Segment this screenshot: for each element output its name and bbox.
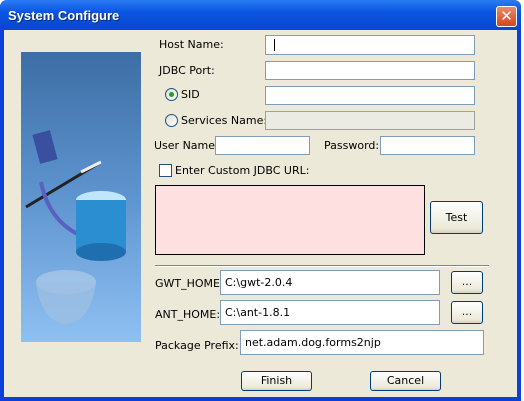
package-prefix-input[interactable]: net.adam.dog.forms2njp bbox=[240, 330, 484, 355]
title-bar[interactable]: System Configure ✕ bbox=[0, 0, 521, 30]
dialog-body: Host Name: JDBC Port: SID Services Name:… bbox=[4, 30, 517, 397]
custom-jdbc-url-textarea[interactable] bbox=[155, 185, 425, 255]
package-prefix-label: Package Prefix: bbox=[155, 339, 239, 352]
host-name-label: Host Name: bbox=[159, 38, 224, 51]
services-name-input[interactable] bbox=[265, 111, 475, 130]
gwt-home-label: GWT_HOME: bbox=[155, 277, 224, 290]
dialog-window: System Configure ✕ Host Name: JDBC Port:… bbox=[0, 0, 521, 401]
cancel-button[interactable]: Cancel bbox=[370, 371, 441, 391]
close-icon[interactable]: ✕ bbox=[496, 6, 517, 27]
test-button[interactable]: Test bbox=[430, 201, 483, 234]
user-name-input[interactable] bbox=[215, 136, 310, 155]
database-illustration bbox=[21, 52, 141, 342]
password-input[interactable] bbox=[380, 136, 475, 155]
jdbc-port-input[interactable] bbox=[265, 61, 475, 80]
jdbc-port-label: JDBC Port: bbox=[159, 64, 215, 77]
separator bbox=[155, 265, 489, 267]
sid-label: SID bbox=[181, 88, 200, 101]
services-name-radio[interactable] bbox=[165, 114, 178, 127]
ant-home-input[interactable]: C:\ant-1.8.1 bbox=[220, 300, 440, 325]
custom-url-label: Enter Custom JDBC URL: bbox=[175, 164, 310, 177]
ant-home-browse-button[interactable]: ... bbox=[451, 301, 483, 324]
gwt-home-input[interactable]: C:\gwt-2.0.4 bbox=[220, 270, 440, 295]
gwt-home-browse-button[interactable]: ... bbox=[451, 271, 483, 294]
user-name-label: User Name: bbox=[154, 139, 219, 152]
custom-url-checkbox[interactable] bbox=[159, 164, 172, 177]
password-label: Password: bbox=[324, 139, 380, 152]
sid-radio[interactable] bbox=[165, 88, 178, 101]
window-title: System Configure bbox=[8, 8, 120, 23]
text-cursor bbox=[274, 39, 275, 51]
ant-home-label: ANT_HOME: bbox=[155, 308, 221, 321]
finish-button[interactable]: Finish bbox=[241, 371, 312, 391]
sid-input[interactable] bbox=[265, 86, 475, 105]
services-name-label: Services Name: bbox=[181, 114, 268, 127]
host-name-input[interactable] bbox=[265, 35, 475, 55]
